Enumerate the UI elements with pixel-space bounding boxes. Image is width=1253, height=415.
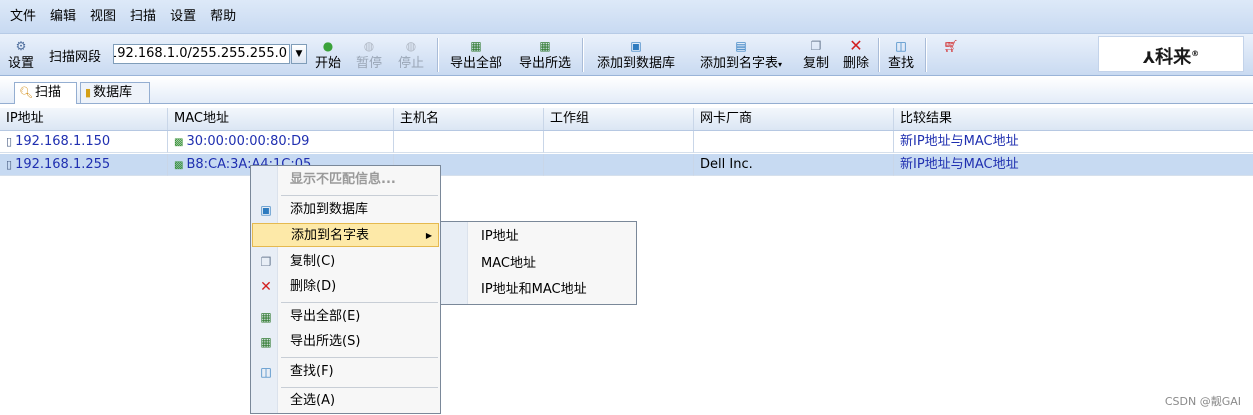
copy-button[interactable]: ❐ 复制 — [799, 34, 833, 76]
host-icon: ▯ — [6, 158, 13, 171]
table-row[interactable]: ▯ 192.168.1.150 ▩ 30:00:00:00:80:D9 新IP地址与… — [0, 131, 1253, 153]
namelist-icon: ▤ — [735, 39, 747, 53]
play-icon: ● — [322, 39, 334, 53]
find-button[interactable]: ◫ 查找 — [883, 34, 919, 76]
submenu-ip-and-mac[interactable]: IP地址和MAC地址 — [481, 277, 587, 303]
column-header-hostname[interactable]: 主机名 — [394, 108, 544, 130]
namelist-submenu: IP地址 MAC地址 IP地址和MAC地址 — [440, 221, 637, 305]
export-selected-icon: ▦ — [539, 39, 551, 53]
start-button[interactable]: ● 开始 — [312, 34, 344, 76]
stop-icon: ◍ — [405, 39, 417, 53]
tab-database[interactable]: ▮ 数据库 — [80, 82, 150, 103]
nic-icon: ▩ — [174, 137, 184, 148]
host-icon: ▯ — [6, 135, 13, 148]
menu-bar: 文件 编辑 视图 扫描 设置 帮助 — [0, 0, 1253, 33]
ip-range-input[interactable]: 192.168.1.0/255.255.255.0 — [113, 44, 290, 64]
brand-logo: ⅄科来® — [1098, 36, 1244, 72]
menu-view[interactable]: 视图 — [83, 0, 123, 33]
find-icon: ◫ — [260, 365, 272, 379]
column-header-ip[interactable]: IP地址 — [0, 108, 168, 130]
pause-icon: ◍ — [363, 39, 375, 53]
context-menu: 显示不匹配信息... ▣ 添加到数据库 添加到名字表 ▶ ❐ 复制(C) ✕ 删… — [250, 165, 441, 414]
column-header-workgroup[interactable]: 工作组 — [544, 108, 694, 130]
copy-icon: ❐ — [260, 255, 272, 269]
ctx-copy[interactable]: ❐ 复制(C) — [252, 250, 439, 274]
submenu-gutter — [441, 222, 468, 304]
copy-icon: ❐ — [810, 39, 822, 53]
menu-separator — [281, 387, 438, 388]
toolbar-separator — [878, 38, 880, 72]
database-icon: ▮ — [85, 86, 92, 99]
chevron-down-icon: ▾ — [778, 60, 783, 69]
column-header-mac[interactable]: MAC地址 — [168, 108, 394, 130]
ctx-find[interactable]: ◫ 查找(F) — [252, 360, 439, 384]
chevron-down-icon: ▼ — [295, 49, 303, 59]
cart-icon: 🛒︎ — [943, 39, 959, 53]
find-icon: ◫ — [895, 39, 907, 53]
delete-icon: ✕ — [849, 36, 863, 55]
export-selected-icon: ▦ — [260, 335, 272, 349]
settings-button[interactable]: ⚙ 设置 — [4, 34, 38, 76]
ctx-delete[interactable]: ✕ 删除(D) — [252, 275, 439, 299]
table-header: IP地址 MAC地址 主机名 工作组 网卡厂商 比较结果 — [0, 108, 1253, 131]
menu-separator — [281, 357, 438, 358]
export-selected-button[interactable]: ▦ 导出所选 — [512, 34, 578, 76]
menu-file[interactable]: 文件 — [0, 0, 43, 33]
export-all-icon: ▦ — [260, 310, 272, 324]
export-all-icon: ▦ — [470, 39, 482, 53]
brand-mark-icon: ⅄ — [1142, 48, 1156, 67]
ctx-select-all[interactable]: 全选(A) — [252, 389, 439, 413]
submenu-mac[interactable]: MAC地址 — [481, 251, 536, 277]
toolbar-separator — [582, 38, 584, 72]
menu-separator — [281, 195, 438, 196]
ctx-show-mismatch[interactable]: 显示不匹配信息... — [252, 168, 439, 192]
menu-help[interactable]: 帮助 — [203, 0, 243, 33]
chevron-right-icon: ▶ — [425, 231, 432, 240]
database-add-icon: ▣ — [260, 203, 272, 217]
add-to-database-button[interactable]: ▣ 添加到数据库 — [588, 34, 684, 76]
database-add-icon: ▣ — [630, 39, 642, 53]
add-to-namelist-button[interactable]: ▤ 添加到名字表▾ — [689, 34, 793, 76]
ctx-export-all[interactable]: ▦ 导出全部(E) — [252, 305, 439, 329]
delete-button[interactable]: ✕ 删除 — [838, 34, 874, 76]
ctx-add-to-database[interactable]: ▣ 添加到数据库 — [252, 198, 439, 222]
column-header-compare[interactable]: 比较结果 — [894, 108, 1253, 130]
gear-icon: ⚙ — [15, 39, 27, 53]
nic-icon: ▩ — [174, 160, 184, 171]
table-row-selected[interactable]: ▯ 192.168.1.255 ▩ B8:CA:3A:A4:1C:05 Dell I… — [0, 154, 1253, 176]
toolbar-separator — [925, 38, 927, 72]
tab-scan[interactable]: 🔍︎ 扫描 — [14, 82, 77, 104]
tab-bar: 🔍︎ 扫描 ▮ 数据库 — [0, 77, 1253, 104]
export-all-button[interactable]: ▦ 导出全部 — [443, 34, 509, 76]
scan-segment-label: 扫描网段 — [49, 50, 102, 65]
delete-icon: ✕ — [260, 279, 272, 295]
ctx-add-to-namelist[interactable]: 添加到名字表 ▶ — [252, 223, 439, 247]
magnifier-icon: 🔍︎ — [19, 86, 33, 99]
stop-button[interactable]: ◍ 停止 — [395, 34, 427, 76]
menu-separator — [281, 302, 438, 303]
pause-button[interactable]: ◍ 暂停 — [353, 34, 385, 76]
toolbar: ⚙ 设置 扫描网段 192.168.1.0/255.255.255.0 ▼ ● … — [0, 33, 1253, 76]
column-header-vendor[interactable]: 网卡厂商 — [694, 108, 894, 130]
watermark: CSDN @靓GAI — [1164, 395, 1241, 408]
ctx-export-selected[interactable]: ▦ 导出所选(S) — [252, 330, 439, 354]
menu-scan[interactable]: 扫描 — [123, 0, 163, 33]
toolbar-separator — [437, 38, 439, 72]
menu-settings[interactable]: 设置 — [163, 0, 203, 33]
cart-button[interactable]: 🛒︎ — [940, 34, 962, 76]
ip-range-dropdown[interactable]: ▼ — [291, 44, 307, 64]
submenu-ip[interactable]: IP地址 — [481, 224, 519, 250]
menu-edit[interactable]: 编辑 — [43, 0, 83, 33]
